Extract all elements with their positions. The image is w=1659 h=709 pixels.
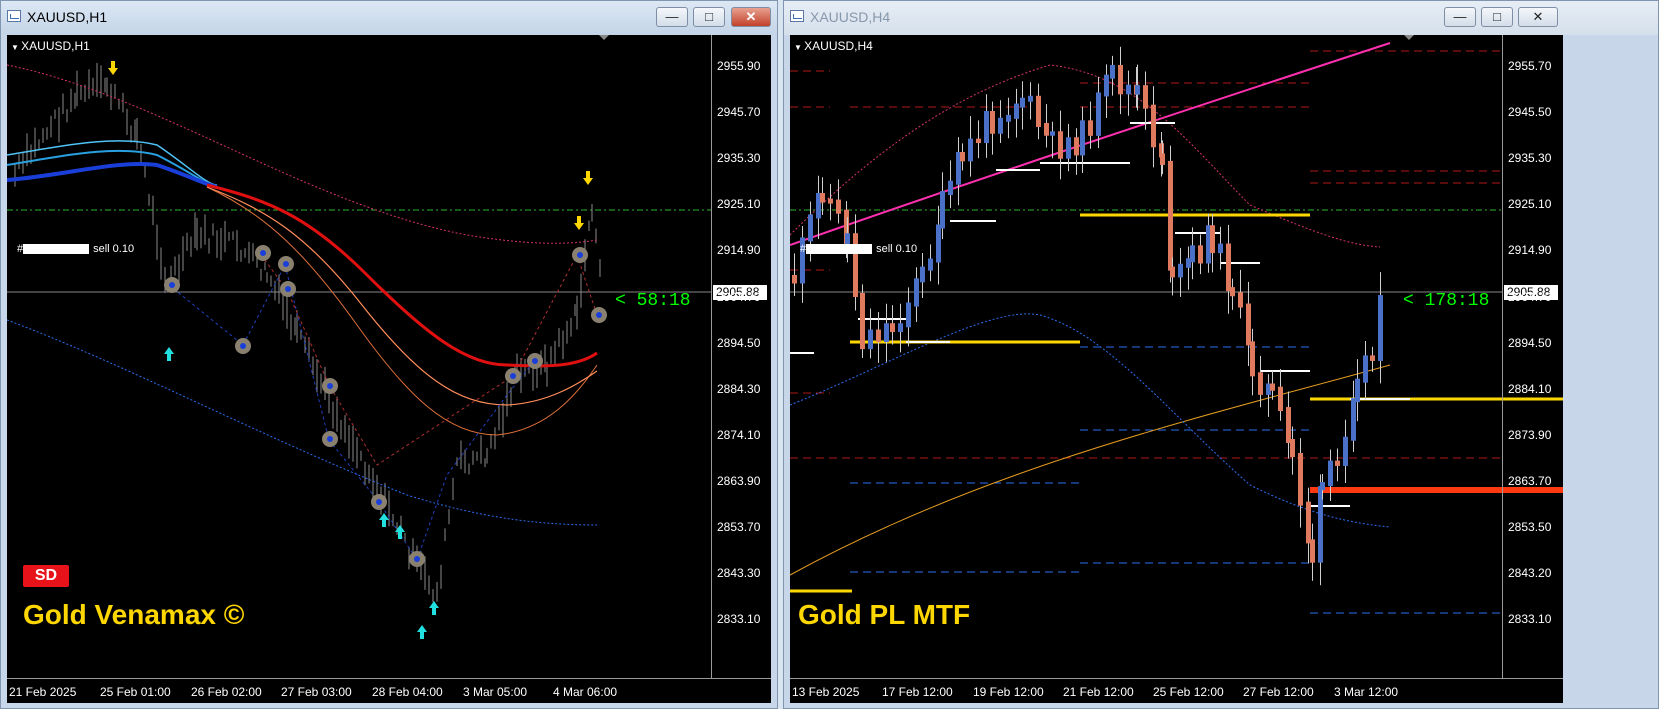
- sell-arrow-icon: [583, 171, 593, 185]
- indicator-brand: Gold Venamax ©: [23, 599, 245, 630]
- price-tick: 2904.70: [1508, 289, 1552, 304]
- price-tick: 2894.50: [717, 335, 761, 350]
- price-tick: 2874.10: [717, 427, 761, 442]
- time-axis[interactable]: 21 Feb 2025 25 Feb 01:00 26 Feb 02:00 27 Fe…: [7, 678, 771, 703]
- time-tick: 19 Feb 12:00: [973, 685, 1044, 699]
- window-title: XAUUSD,H4: [810, 9, 891, 25]
- price-tick: 2833.10: [717, 612, 761, 627]
- time-tick: 25 Feb 12:00: [1153, 685, 1224, 699]
- price-tick: 2863.90: [717, 473, 761, 488]
- price-tick: 2884.30: [717, 381, 761, 396]
- time-tick: 3 Mar 05:00: [463, 685, 528, 699]
- minimize-button[interactable]: —: [656, 7, 688, 27]
- trade-id-box: [23, 244, 90, 255]
- price-tick: 2904.70: [717, 289, 761, 304]
- trade-order-label[interactable]: # sell 0.10: [800, 243, 917, 255]
- price-chart[interactable]: XAUUSD,H1 #sell 0.10 < 58:18 SD Gold Ven…: [7, 35, 771, 703]
- price-tick: 2863.70: [1508, 473, 1552, 488]
- price-tick: 2894.50: [1508, 335, 1552, 350]
- title-bar[interactable]: XAUUSD,H1 — □ ✕: [1, 1, 777, 35]
- time-tick: 3 Mar 12:00: [1334, 685, 1399, 699]
- price-chart[interactable]: XAUUSD,H4 #sell 0.10 < 178:18 Gold PL MT…: [790, 35, 1563, 703]
- price-tick: 2945.70: [717, 105, 761, 120]
- time-tick: 28 Feb 04:00: [372, 685, 443, 699]
- title-bar[interactable]: XAUUSD,H4 — □ ✕: [784, 1, 1658, 35]
- price-tick: 2955.70: [1508, 59, 1552, 73]
- price-tick: 2843.30: [717, 566, 761, 581]
- time-tick: 21 Feb 12:00: [1063, 685, 1134, 699]
- time-tick: 26 Feb 02:00: [191, 685, 262, 699]
- trade-id-box: [806, 244, 873, 255]
- window-title: XAUUSD,H1: [27, 9, 108, 25]
- price-tick: 2914.90: [1508, 243, 1552, 258]
- maximize-button[interactable]: □: [693, 7, 725, 27]
- time-tick: 25 Feb 01:00: [100, 685, 171, 699]
- buy-arrow-icon: [164, 347, 174, 361]
- time-tick: 27 Feb 03:00: [281, 685, 352, 699]
- price-tick: 2955.90: [717, 59, 761, 73]
- price-tick: 2853.50: [1508, 520, 1552, 534]
- buy-arrow-icon: [417, 625, 427, 639]
- trade-lot-text: sell 0.10: [93, 243, 135, 255]
- sell-arrow-icon: [574, 216, 584, 230]
- window-h4[interactable]: XAUUSD,H4 — □ ✕ XAUUSD,H4 #sell 0.10 < 1…: [783, 0, 1659, 709]
- time-tick: 21 Feb 2025: [9, 685, 77, 699]
- sell-arrow-icon: [108, 61, 118, 75]
- price-tick: 2843.20: [1508, 566, 1552, 581]
- close-button[interactable]: ✕: [1518, 7, 1558, 27]
- trade-order-label[interactable]: # sell 0.10: [17, 243, 134, 255]
- time-tick: 4 Mar 06:00: [553, 685, 618, 699]
- price-tick: 2853.70: [717, 520, 761, 534]
- time-tick: 27 Feb 12:00: [1243, 685, 1314, 699]
- buy-arrow-icon: [429, 601, 439, 615]
- price-tick: 2873.90: [1508, 427, 1552, 442]
- price-axis[interactable]: 2905.88 2955.90 2945.70 2935.30 2925.10 2914…: [711, 35, 771, 679]
- close-button[interactable]: ✕: [731, 7, 771, 27]
- price-tick: 2914.90: [717, 243, 761, 258]
- price-tick: 2833.10: [1508, 612, 1552, 627]
- price-tick: 2925.10: [717, 197, 761, 212]
- bar-timer: < 58:18: [615, 291, 691, 311]
- chart-symbol: XAUUSD,H1: [11, 39, 90, 53]
- chart-window-icon: [7, 10, 21, 22]
- chart-symbol: XAUUSD,H4: [794, 39, 873, 53]
- price-tick: 2935.30: [1508, 151, 1552, 166]
- price-tick: 2884.10: [1508, 381, 1552, 396]
- chart-window-icon: [790, 10, 804, 22]
- time-tick: 13 Feb 2025: [792, 685, 860, 699]
- price-tick: 2925.10: [1508, 197, 1552, 212]
- minimize-button[interactable]: —: [1444, 7, 1476, 27]
- price-axis[interactable]: 2905.88 2955.70 2945.50 2935.30 2925.10 2914…: [1502, 35, 1563, 679]
- trade-lot-text: sell 0.10: [876, 243, 918, 255]
- time-tick: 17 Feb 12:00: [882, 685, 953, 699]
- window-h1[interactable]: XAUUSD,H1 — □ ✕ XAUUSD,H1 #sell 0.10 < 5…: [0, 0, 778, 709]
- indicator-brand: Gold PL MTF: [798, 599, 971, 630]
- price-tick: 2945.50: [1508, 105, 1552, 120]
- price-tick: 2935.30: [717, 151, 761, 166]
- maximize-button[interactable]: □: [1481, 7, 1513, 27]
- time-axis[interactable]: 13 Feb 2025 17 Feb 12:00 19 Feb 12:00 21 Fe…: [790, 678, 1563, 703]
- bar-timer: < 178:18: [1403, 291, 1490, 311]
- buy-arrow-icon: [379, 513, 389, 527]
- sd-badge[interactable]: SD: [23, 565, 69, 587]
